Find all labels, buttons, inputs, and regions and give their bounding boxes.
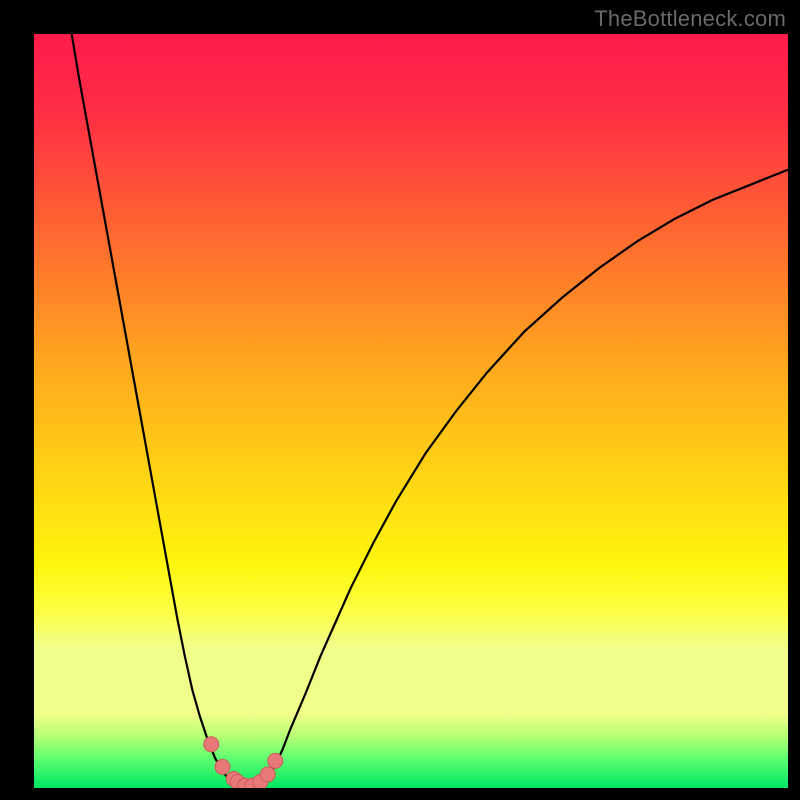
curve-markers bbox=[204, 737, 283, 788]
plot-area bbox=[34, 34, 788, 788]
curve-marker bbox=[268, 753, 283, 768]
curve-marker bbox=[260, 767, 275, 782]
curve-line bbox=[72, 34, 788, 788]
curve-marker bbox=[204, 737, 219, 752]
bottleneck-curve bbox=[34, 34, 788, 788]
chart-frame: TheBottleneck.com bbox=[0, 0, 800, 800]
curve-marker bbox=[215, 759, 230, 774]
watermark-text: TheBottleneck.com bbox=[594, 6, 786, 32]
